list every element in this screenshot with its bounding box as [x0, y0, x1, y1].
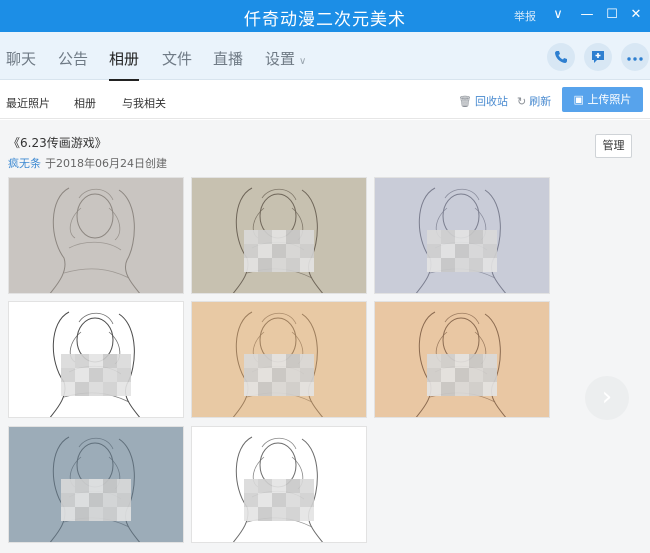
report-link[interactable]: 举报 [514, 8, 536, 24]
photo-thumbnail[interactable] [374, 177, 550, 294]
recycle-bin-label: 回收站 [474, 95, 508, 108]
minimize-button[interactable]: — [576, 5, 598, 25]
recycle-bin-button[interactable]: 🗑 回收站 [458, 93, 508, 109]
refresh-button[interactable]: ↻ 刷新 [517, 93, 551, 109]
more-button[interactable] [621, 43, 649, 71]
close-button[interactable]: ✕ [625, 5, 647, 25]
album-title: 《6.23传画游戏》 [8, 136, 107, 150]
album-meta: 疯无条 于2018年06月24日创建 [8, 155, 167, 171]
photo-thumbnail[interactable] [191, 301, 367, 418]
tab-files[interactable]: 文件 [162, 48, 192, 69]
subtab-recent-photos[interactable]: 最近照片 [6, 95, 50, 111]
image-icon: ▣ [573, 93, 588, 106]
upload-label: 上传照片 [587, 93, 632, 106]
tab-settings-label: 设置 [265, 50, 296, 68]
call-button[interactable] [547, 43, 575, 71]
album-author-link[interactable]: 疯无条 [8, 157, 41, 170]
next-page-button[interactable]: › [585, 376, 629, 420]
photo-thumbnail[interactable] [374, 301, 550, 418]
refresh-icon: ↻ [517, 95, 527, 108]
album-subnav: 最近照片 相册 与我相关 🗑 回收站 ↻ 刷新 ▣ 上传照片 [0, 81, 650, 119]
subtab-albums[interactable]: 相册 [74, 95, 96, 111]
title-bar: 仟奇动漫二次元美术 举报 ∨ — ☐ ✕ [0, 0, 650, 32]
tab-live[interactable]: 直播 [213, 48, 243, 69]
tab-album[interactable]: 相册 [109, 48, 140, 81]
photo-thumbnail[interactable] [191, 426, 367, 543]
tab-chat[interactable]: 聊天 [6, 48, 36, 69]
album-content: 《6.23传画游戏》 疯无条 于2018年06月24日创建 管理 › [0, 120, 650, 553]
maximize-button[interactable]: ☐ [601, 5, 623, 25]
phone-icon [555, 51, 567, 63]
more-dots-icon [627, 57, 643, 61]
photo-thumbnail[interactable] [8, 426, 184, 543]
manage-button[interactable]: 管理 [595, 134, 632, 158]
dropdown-button[interactable]: ∨ [547, 5, 569, 25]
upload-photo-button[interactable]: ▣ 上传照片 [562, 87, 643, 112]
tab-settings[interactable]: 设置 ∨ [265, 48, 306, 69]
add-chat-button[interactable] [584, 43, 612, 71]
album-created-date: 于2018年06月24日创建 [45, 157, 167, 170]
photo-thumbnail[interactable] [191, 177, 367, 294]
trash-icon: 🗑 [458, 95, 472, 108]
refresh-label: 刷新 [529, 95, 552, 108]
photo-thumbnail[interactable] [8, 301, 184, 418]
photo-thumbnail[interactable] [8, 177, 184, 294]
tab-announcements[interactable]: 公告 [58, 48, 88, 69]
chevron-right-icon: › [601, 382, 613, 412]
subtab-related-to-me[interactable]: 与我相关 [122, 95, 166, 111]
plus-chat-icon [592, 51, 604, 63]
chevron-down-icon: ∨ [299, 56, 307, 67]
